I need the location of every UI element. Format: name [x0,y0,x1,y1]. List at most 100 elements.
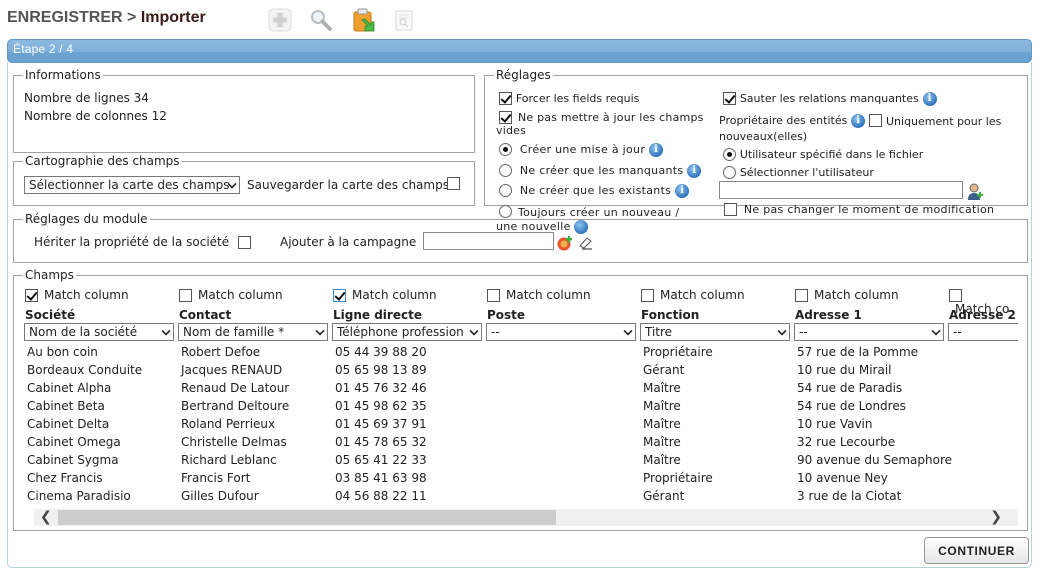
column-mapping-select[interactable]: Titre [640,323,790,341]
table-cell: 57 rue de la Pomme [797,345,919,359]
preview-document-icon[interactable] [392,8,416,32]
skip-relations-label: Sauter les relations manquantes [739,92,919,105]
force-required-option[interactable]: Forcer les fields requis [499,91,639,106]
table-cell: 01 45 76 32 46 [335,381,427,395]
mode-existing-radio[interactable] [499,184,512,197]
scroll-left-icon[interactable]: ❮ [40,509,52,526]
settings-legend: Réglages [494,68,553,82]
column-mapping-value: Téléphone profession [337,325,464,339]
table-cell: 01 45 98 62 35 [335,399,427,413]
save-map-checkbox[interactable] [447,177,460,190]
match-column-label: Match column [506,288,591,302]
page-title: Importer [140,9,206,26]
step-indicator: Étape 2 / 4 [7,39,1032,63]
fields-legend: Champs [23,268,76,282]
table-cell: Maître [643,417,681,431]
table-cell: Maître [643,453,681,467]
inherit-label: Hériter la propriété de la société [34,235,230,249]
skip-relations-option[interactable]: Sauter les relations manquantes i [723,91,937,106]
table-cell: 54 rue de Londres [797,399,906,413]
owner-option-file[interactable]: Utilisateur spécifié dans le fichier [723,147,923,162]
column-mapping-select[interactable]: -- [794,323,944,341]
match-column-label: Match column [814,288,899,302]
match-column-option[interactable]: Match column [487,288,591,302]
mode-option-existing[interactable]: Ne créer que les existants i [499,183,690,198]
match-column-label: Match column [352,288,437,302]
column-header: Ligne directe [333,308,422,322]
skip-relations-checkbox[interactable] [723,92,736,105]
module-settings-legend: Réglages du module [23,212,150,226]
add-campaign-icon[interactable] [557,235,573,251]
table-cell: 03 85 41 63 98 [335,471,427,485]
chevron-down-icon [623,326,633,336]
mode-option-update[interactable]: Créer une mise à jour i [499,142,663,157]
search-icon[interactable] [309,8,333,32]
breadcrumb-parent[interactable]: ENREGISTRER [7,9,123,26]
match-column-checkbox[interactable] [179,289,192,302]
table-row: Cabinet Sygma Richard Leblanc 05 65 41 22 … [19,453,1018,471]
campaign-input[interactable] [423,232,554,250]
eraser-icon[interactable] [577,235,593,251]
only-new-label: Uniquement pour les nouveaux(elles) [719,115,1002,143]
match-column-checkbox[interactable] [25,289,38,302]
field-map-select[interactable]: Sélectionner la carte des champs [24,176,240,194]
import-clipboard-icon[interactable] [352,8,376,32]
column-mapping-value: -- [491,325,500,339]
table-row: Cabinet Beta Bertrand Deltoure 01 45 98 62… [19,399,1018,417]
horizontal-scrollbar[interactable]: ❮ ❯ [34,509,1018,526]
no-update-empty-label: Ne pas mettre à jour les champs vides [496,111,704,137]
info-icon[interactable]: i [687,163,702,178]
table-cell: Christelle Delmas [181,435,287,449]
table-cell: Cinema Paradisio [27,489,131,503]
owner-option-select[interactable]: Sélectionner l'utilisateur [723,165,874,180]
mode-option-missing[interactable]: Ne créer que les manquants i [499,163,702,178]
user-select-icon[interactable] [967,183,983,201]
owner-select-radio[interactable] [723,166,736,179]
field-map-section: Cartographie des champs Sélectionner la … [13,154,475,206]
chevron-down-icon [777,326,787,336]
table-row: Au bon coin Robert Defoe 05 44 39 88 20 Pro… [19,345,1018,363]
no-change-modif-checkbox[interactable] [724,203,737,216]
column-header: Adresse 1 [795,308,862,322]
match-column-option[interactable]: Match column [795,288,899,302]
continue-button[interactable]: CONTINUER [924,537,1029,564]
inherit-checkbox[interactable] [238,236,251,249]
table-cell: 04 56 88 22 11 [335,489,427,503]
info-icon[interactable]: i [922,91,937,106]
owner-file-radio[interactable] [723,148,736,161]
scrollbar-thumb[interactable] [58,510,556,525]
column-mapping-select[interactable]: Téléphone profession [332,323,482,341]
column-mapping-select[interactable]: -- [486,323,636,341]
match-column-checkbox[interactable] [949,289,962,302]
table-cell: 90 avenue du Semaphore [797,453,953,467]
match-column-option[interactable]: Match column [641,288,745,302]
campaign-label: Ajouter à la campagne [280,235,417,249]
info-icon[interactable]: i [648,142,663,157]
match-column-checkbox[interactable] [795,289,808,302]
column-mapping-select[interactable]: -- [948,323,1018,341]
column-mapping-value: Nom de famille * [183,325,285,339]
user-input[interactable] [719,181,963,199]
match-column-option[interactable]: Match column [333,288,437,302]
table-row: Chez Francis Francis Fort 03 85 41 63 98 Pr… [19,471,1018,489]
table-row: Cinema Paradisio Gilles Dufour 04 56 88 22… [19,489,1018,507]
chevron-down-icon [931,326,941,336]
match-column-checkbox[interactable] [487,289,500,302]
scroll-right-icon[interactable]: ❯ [990,509,1002,526]
match-column-checkbox[interactable] [333,289,346,302]
match-column-checkbox[interactable] [641,289,654,302]
no-change-modif-option[interactable]: Ne pas changer le moment de modification [724,202,994,217]
column-mapping-select[interactable]: Nom de la société [24,323,174,341]
mode-update-radio[interactable] [499,143,512,156]
column-mapping-value: Titre [645,325,673,339]
match-column-option[interactable]: Match column [25,288,129,302]
table-cell: Francis Fort [181,471,251,485]
info-icon[interactable]: i [675,183,690,198]
table-cell: Roland Perrieux [181,417,276,431]
match-column-option[interactable]: Match column [179,288,283,302]
force-required-checkbox[interactable] [499,92,512,105]
column-mapping-select[interactable]: Nom de famille * [178,323,328,341]
column-header: Contact [179,308,232,322]
add-icon[interactable] [268,8,292,32]
mode-missing-radio[interactable] [499,164,512,177]
